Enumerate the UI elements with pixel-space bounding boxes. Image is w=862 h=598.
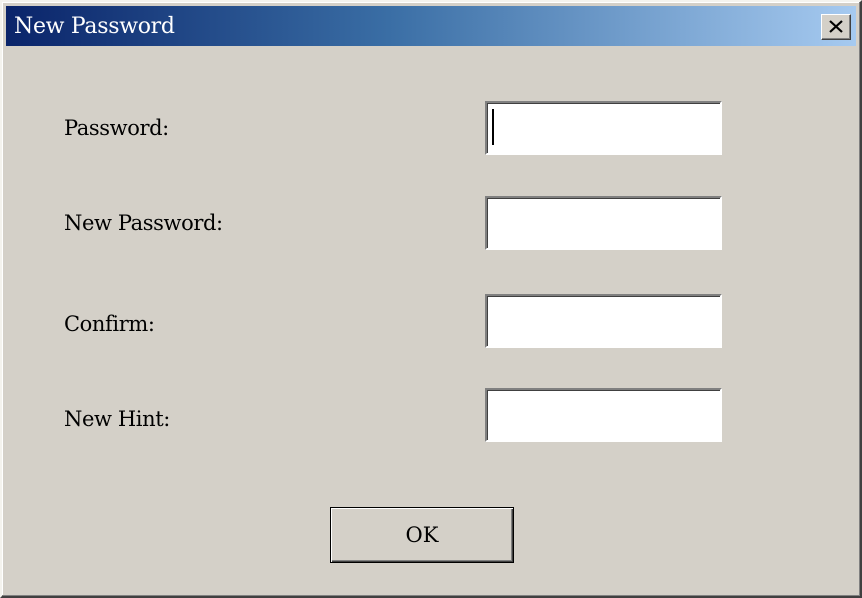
confirm-field[interactable] — [485, 294, 722, 348]
ok-button[interactable]: OK — [330, 507, 514, 563]
new-password-field[interactable] — [485, 196, 722, 250]
new-password-dialog: New Password Password: New Password: Con… — [0, 0, 862, 598]
text-caret — [492, 109, 494, 145]
new-password-label: New Password: — [64, 211, 223, 235]
new-hint-label: New Hint: — [64, 407, 170, 431]
confirm-label: Confirm: — [64, 312, 155, 336]
password-label: Password: — [64, 116, 169, 140]
new-hint-field[interactable] — [485, 388, 722, 442]
title-bar: New Password — [6, 6, 856, 46]
window-title: New Password — [14, 14, 175, 39]
password-field[interactable] — [485, 101, 722, 155]
close-icon — [829, 20, 843, 33]
close-button[interactable] — [821, 14, 851, 40]
